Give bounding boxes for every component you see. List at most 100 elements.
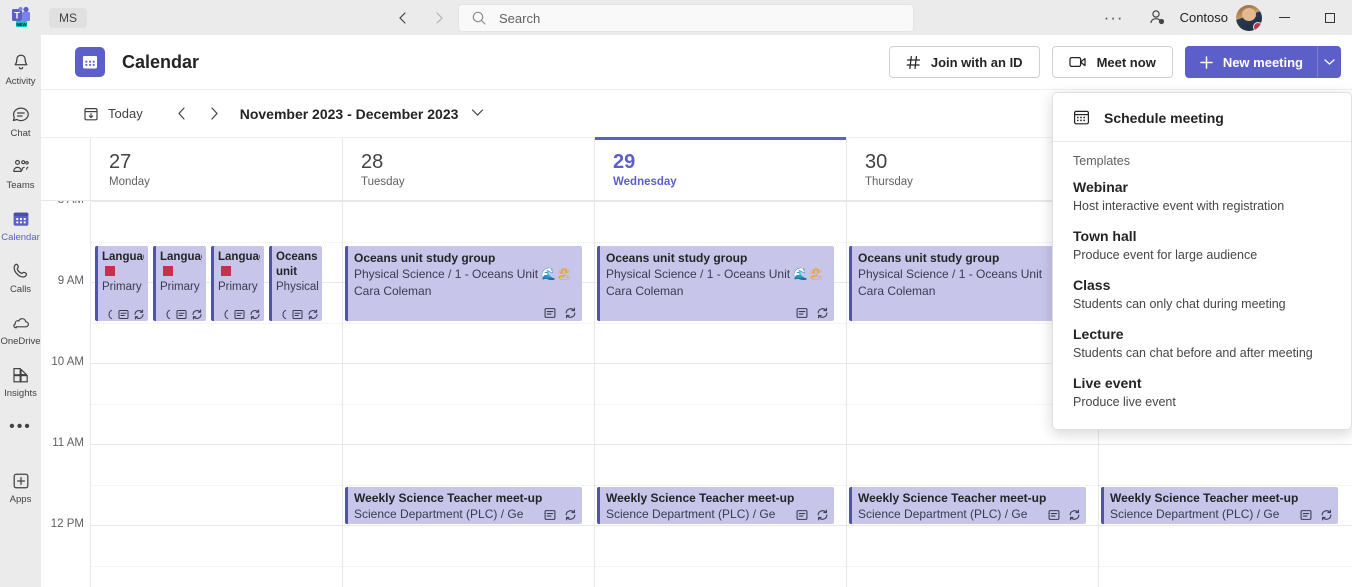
more-options-icon[interactable]: ··· (1092, 0, 1136, 35)
menu-item-template-lecture[interactable]: Lecture Students can chat before and aft… (1053, 319, 1351, 368)
menu-item-template-live-event[interactable]: Live event Produce live event (1053, 368, 1351, 417)
menu-item-template-town-hall[interactable]: Town hall Produce event for large audien… (1053, 221, 1351, 270)
notes-icon (796, 307, 808, 319)
event-icons (105, 309, 145, 320)
day-column-wednesday[interactable]: Oceans unit study group Physical Science… (594, 201, 846, 587)
event-subtitle: Physical Science / 1 - Oceans Unit (858, 266, 1080, 283)
presence-badge (1253, 22, 1262, 31)
day-header-monday[interactable]: 27 Monday (90, 138, 342, 200)
search-placeholder: Search (499, 11, 540, 26)
event-title: Languag (160, 250, 202, 280)
join-with-id-label: Join with an ID (931, 55, 1023, 70)
template-name: Live event (1073, 373, 1331, 393)
event-language-arts-1[interactable]: Languag Primary (95, 246, 148, 321)
plus-box-icon (10, 470, 32, 492)
event-weekly-science-friday[interactable]: Weekly Science Teacher meet-up Science D… (1101, 487, 1338, 524)
back-button[interactable] (392, 7, 414, 29)
event-title: Oceans unit study group (354, 250, 576, 266)
new-meeting-button[interactable]: New meeting (1185, 46, 1317, 78)
event-organizer: Cara Coleman (354, 283, 576, 300)
recurrence-icon (564, 509, 577, 521)
phone-icon (10, 260, 32, 282)
new-meeting-dropdown-toggle[interactable] (1317, 46, 1341, 78)
event-title: Oceans unit study group (606, 250, 828, 266)
rail-more-icon[interactable]: ••• (9, 407, 32, 447)
event-oceans-unit-monday[interactable]: Oceans unit Physical (269, 246, 322, 321)
event-language-arts-3[interactable]: Languag Primary (211, 246, 264, 321)
day-header-wednesday[interactable]: 29 Wednesday (594, 138, 846, 200)
event-oceans-study-group-tuesday[interactable]: Oceans unit study group Physical Science… (345, 246, 582, 321)
event-weekly-science-thursday[interactable]: Weekly Science Teacher meet-up Science D… (849, 487, 1086, 524)
notes-icon (544, 509, 556, 521)
today-button[interactable]: Today (75, 101, 151, 127)
join-with-id-button[interactable]: Join with an ID (889, 46, 1040, 78)
template-name: Town hall (1073, 226, 1331, 246)
day-header-tuesday[interactable]: 28 Tuesday (342, 138, 594, 200)
page-title: Calendar (122, 52, 199, 73)
video-camera-icon (1069, 55, 1087, 69)
event-oceans-study-group-wednesday[interactable]: Oceans unit study group Physical Science… (597, 246, 834, 321)
red-square-badge (105, 266, 115, 276)
view-picker-chevron[interactable] (471, 108, 484, 120)
meet-now-button[interactable]: Meet now (1052, 46, 1173, 78)
event-subtitle: Primary (102, 280, 144, 295)
day-column-tuesday[interactable]: Oceans unit study group Physical Science… (342, 201, 594, 587)
next-week-button[interactable] (201, 101, 227, 127)
meet-now-label: Meet now (1097, 55, 1156, 70)
sidebar-item-chat[interactable]: Chat (0, 95, 41, 147)
previous-week-button[interactable] (169, 101, 195, 127)
event-weekly-science-wednesday[interactable]: Weekly Science Teacher meet-up Science D… (597, 487, 834, 524)
event-weekly-science-tuesday[interactable]: Weekly Science Teacher meet-up Science D… (345, 487, 582, 524)
wave-emoji: 🌊 (793, 267, 808, 281)
template-description: Host interactive event with registration (1073, 197, 1331, 215)
teams-logo-icon[interactable]: T NEW (9, 5, 35, 31)
title-bar: T NEW MS Search ··· (0, 0, 1352, 35)
svg-text:T: T (14, 10, 20, 20)
chevron-left-icon (397, 12, 409, 24)
sidebar-item-insights[interactable]: Insights (0, 355, 41, 407)
template-name: Lecture (1073, 324, 1331, 344)
account-chip[interactable]: MS (49, 8, 87, 28)
notes-icon (234, 309, 245, 320)
event-language-arts-2[interactable]: Languag Primary (153, 246, 206, 321)
beach-emoji: 🏖 (808, 267, 823, 281)
notes-icon (1300, 509, 1312, 521)
calendar-content: Calendar Join with an ID Meet now (41, 35, 1352, 587)
event-title: Weekly Science Teacher meet-up (606, 490, 828, 506)
clock-icon (221, 309, 230, 320)
sidebar-item-label: Activity (5, 76, 35, 87)
org-name[interactable]: Contoso (1180, 10, 1228, 25)
search-input[interactable]: Search (458, 4, 914, 32)
template-description: Produce live event (1073, 393, 1331, 411)
sidebar-item-apps[interactable]: Apps (0, 461, 41, 513)
menu-item-schedule-meeting[interactable]: Schedule meeting (1053, 101, 1351, 134)
forward-button[interactable] (428, 7, 450, 29)
date-range-label[interactable]: November 2023 - December 2023 (240, 106, 459, 122)
titlebar-right-cluster: ··· Contoso (1092, 0, 1352, 35)
recurrence-icon (816, 307, 829, 319)
day-name: Wednesday (613, 176, 846, 188)
menu-item-template-class[interactable]: Class Students can only chat during meet… (1053, 270, 1351, 319)
sidebar-item-calendar[interactable]: Calendar (0, 199, 41, 251)
menu-item-template-webinar[interactable]: Webinar Host interactive event with regi… (1053, 172, 1351, 221)
maximize-button[interactable] (1307, 0, 1352, 35)
hour-label: 9 AM (58, 275, 84, 287)
recurrence-icon (133, 309, 145, 320)
sidebar-item-teams[interactable]: Teams (0, 147, 41, 199)
sidebar-item-activity[interactable]: Activity (0, 43, 41, 95)
sidebar-item-calls[interactable]: Calls (0, 251, 41, 303)
avatar[interactable] (1236, 5, 1262, 31)
day-number: 29 (613, 150, 846, 174)
event-title: Weekly Science Teacher meet-up (1110, 490, 1332, 506)
sidebar-item-label: OneDrive (0, 336, 40, 347)
sidebar-item-label: Calls (10, 284, 31, 295)
event-oceans-study-group-thursday[interactable]: Oceans unit study group Physical Science… (849, 246, 1086, 321)
event-title: Oceans unit (276, 250, 318, 280)
minimize-button[interactable] (1262, 0, 1307, 35)
day-column-monday[interactable]: Languag Primary Languag Primary (90, 201, 342, 587)
sidebar-item-onedrive[interactable]: OneDrive (0, 303, 41, 355)
menu-item-label: Schedule meeting (1104, 110, 1224, 126)
person-add-icon[interactable] (1136, 0, 1180, 35)
red-square-badge (221, 266, 231, 276)
event-organizer: Cara Coleman (858, 283, 1080, 300)
